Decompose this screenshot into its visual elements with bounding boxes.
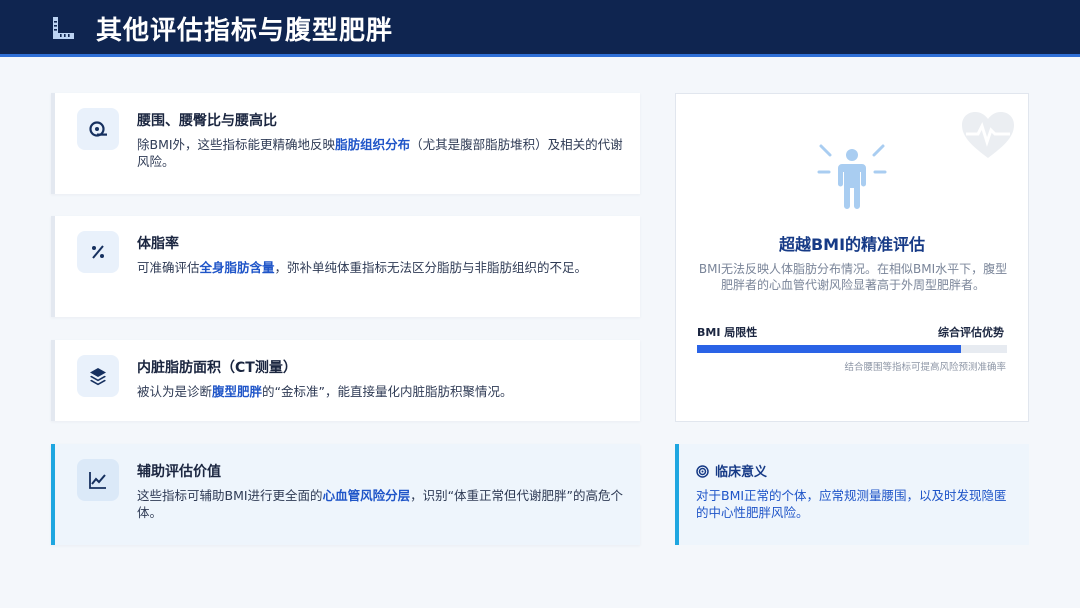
icon-box	[77, 108, 119, 150]
card-emphasis: 脂肪组织分布	[335, 137, 411, 152]
card-title: 辅助评估价值	[137, 464, 221, 480]
card-body: 可准确评估全身脂肪含量，弥补单纯体重指标无法区分脂肪与非脂肪组织的不足。	[137, 260, 588, 275]
card-title: 体脂率	[137, 236, 179, 252]
person-radiating-icon	[817, 144, 887, 209]
metric-card-auxiliary-value: 辅助评估价值 这些指标可辅助BMI进行更全面的心血管风险分层，识别“体重正常但代…	[51, 444, 640, 545]
metric-card-waist: 腰围、腰臀比与腰高比 除BMI外，这些指标能更精确地反映脂肪组织分布（尤其是腹部…	[51, 93, 640, 194]
card-emphasis: 全身脂肪含量	[199, 260, 275, 275]
target-icon	[696, 465, 709, 478]
layers-icon	[90, 368, 106, 386]
progress-fill	[697, 345, 961, 353]
heart-pulse-icon	[962, 112, 1014, 158]
icon-box	[77, 355, 119, 397]
progress-label-left: BMI 局限性	[697, 326, 758, 339]
clinical-body: 对于BMI正常的个体，应常规测量腰围，以及时发现隐匿的中心性肥胖风险。	[696, 488, 1007, 520]
icon-box	[77, 459, 119, 501]
card-body: 被认为是诊断腹型肥胖的“金标准”，能直接量化内脏脂肪积聚情况。	[137, 384, 513, 399]
card-title: 内脏脂肪面积（CT测量）	[137, 360, 297, 376]
percent-icon	[92, 245, 104, 259]
card-emphasis: 腹型肥胖	[212, 384, 263, 399]
clinical-significance-box: 临床意义 对于BMI正常的个体，应常规测量腰围，以及时发现隐匿的中心性肥胖风险。	[675, 444, 1029, 545]
tape-measure-icon	[89, 121, 107, 137]
clinical-heading: 临床意义	[696, 461, 767, 480]
card-body: 除BMI外，这些指标能更精确地反映脂肪组织分布（尤其是腹部脂肪堆积）及相关的代谢…	[137, 137, 623, 169]
metric-card-body-fat: 体脂率 可准确评估全身脂肪含量，弥补单纯体重指标无法区分脂肪与非脂肪组织的不足。	[51, 216, 640, 317]
line-chart-icon	[89, 472, 106, 489]
card-body: 这些指标可辅助BMI进行更全面的心血管风险分层，识别“体重正常但代谢肥胖”的高危…	[137, 488, 624, 520]
slide-header: 其他评估指标与腹型肥胖	[0, 0, 1080, 57]
progress-note: 结合腰围等指标可提高风险预测准确率	[844, 362, 1006, 373]
ruler-icon	[53, 17, 74, 39]
icon-box	[77, 231, 119, 273]
metric-card-visceral-fat: 内脏脂肪面积（CT测量） 被认为是诊断腹型肥胖的“金标准”，能直接量化内脏脂肪积…	[51, 340, 640, 421]
assessment-progress-bar	[697, 345, 1007, 353]
card-title: 腰围、腰臀比与腰高比	[137, 113, 277, 129]
panel-title: 超越BMI的精准评估	[778, 235, 926, 254]
page-title: 其他评估指标与腹型肥胖	[96, 16, 394, 46]
precision-assessment-panel: 超越BMI的精准评估 BMI无法反映人体脂肪分布情况。在相似BMI水平下，腹型肥…	[675, 93, 1029, 422]
panel-description: BMI无法反映人体脂肪分布情况。在相似BMI水平下，腹型肥胖者的心血管代谢风险显…	[698, 262, 1008, 292]
progress-label-right: 综合评估优势	[938, 326, 1004, 339]
card-emphasis: 心血管风险分层	[322, 488, 411, 503]
